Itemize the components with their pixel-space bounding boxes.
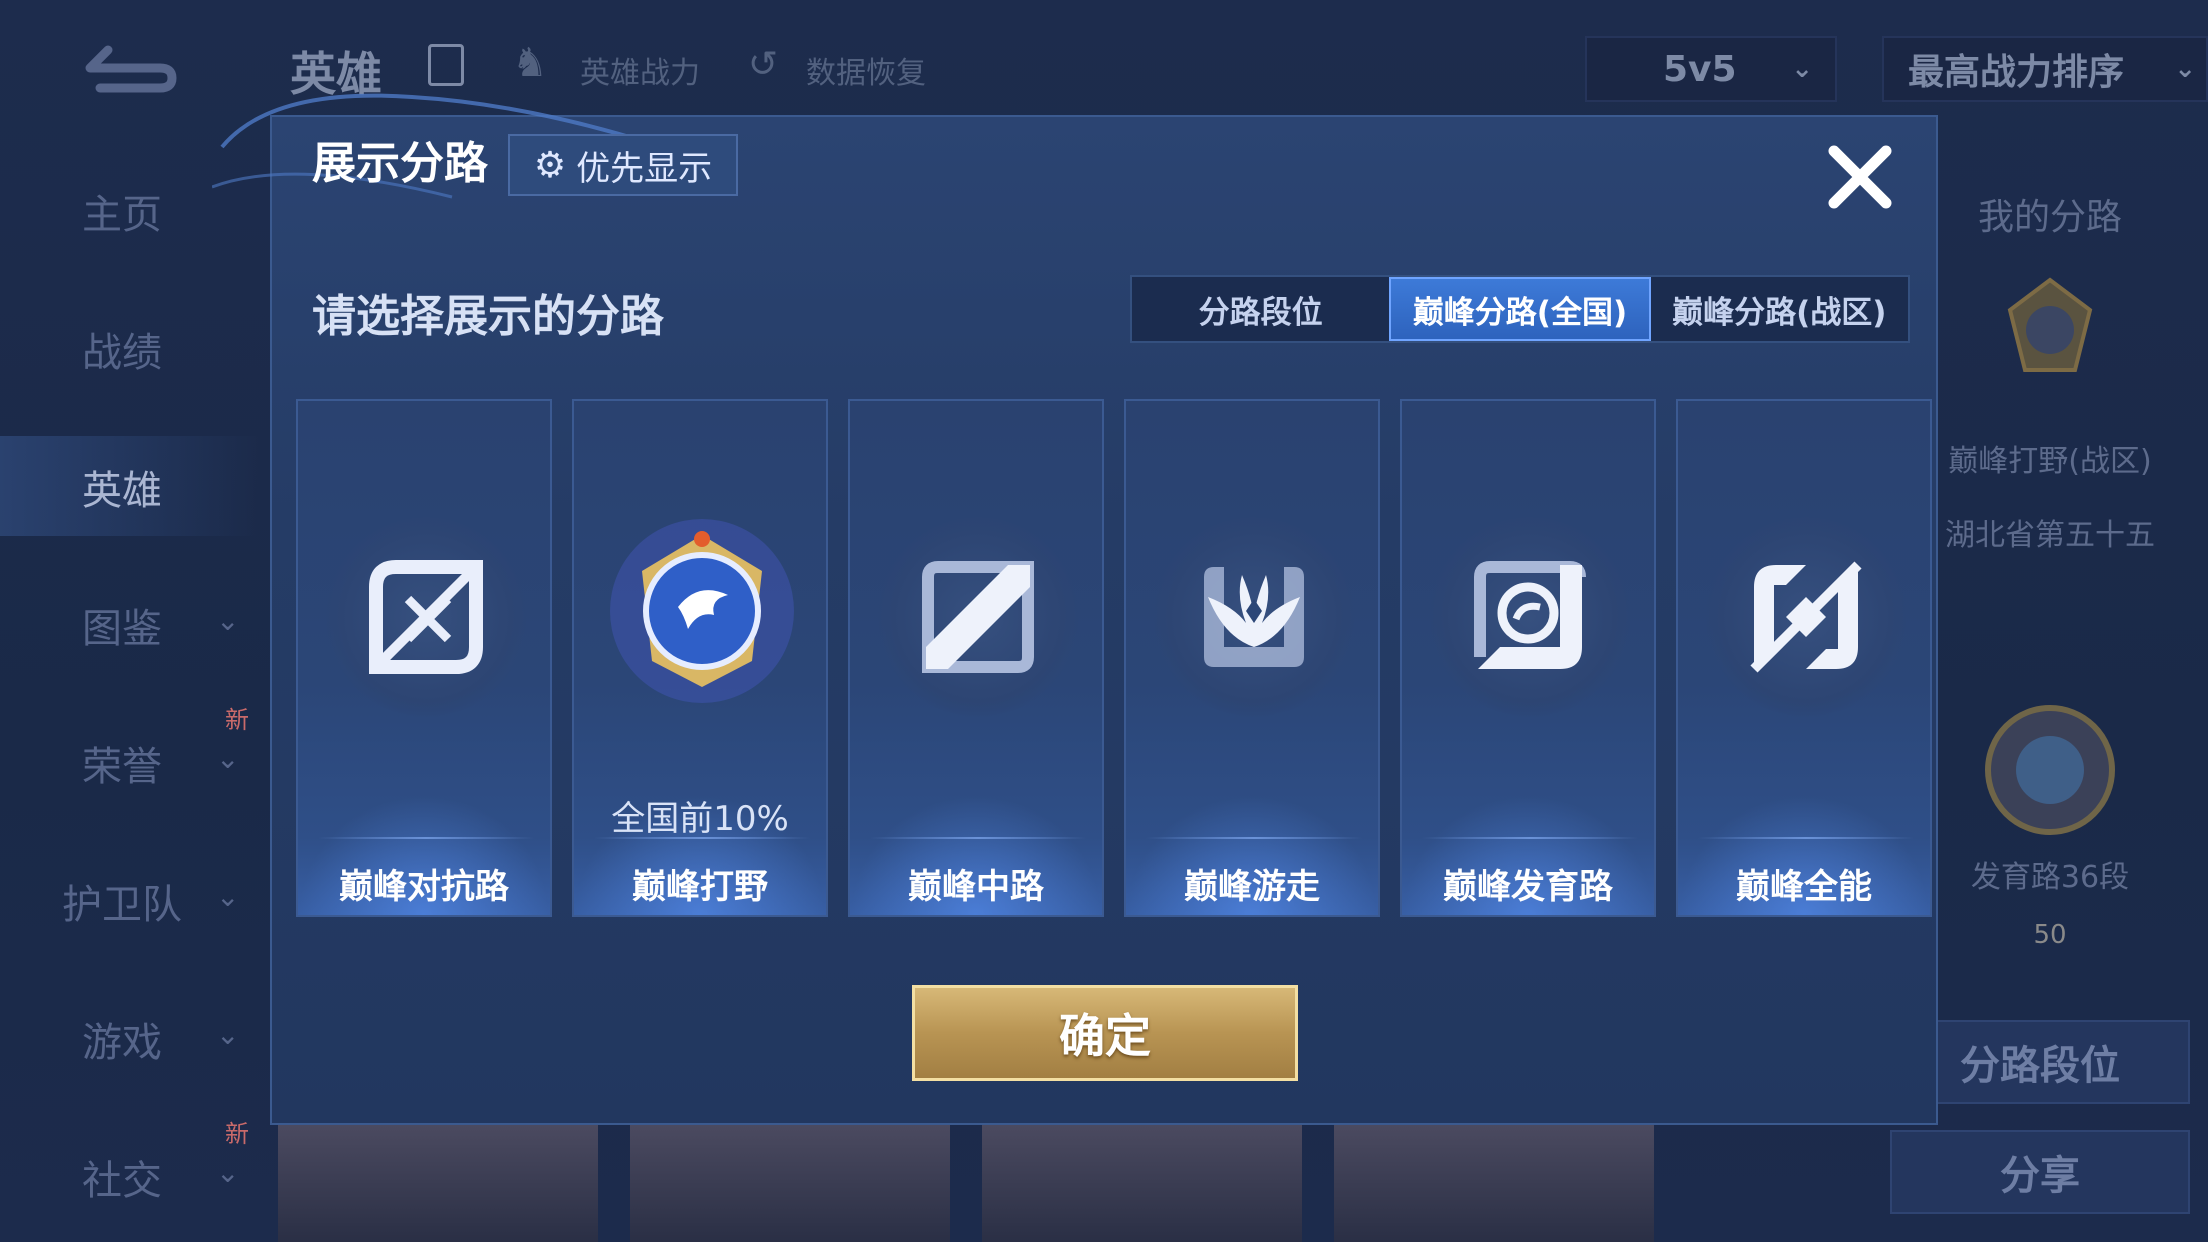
lane-card-label: 巅峰打野 [632,867,768,907]
hero-card-thumbnail[interactable] [278,1125,598,1242]
close-icon[interactable] [1820,137,1900,217]
icon-frame [1154,517,1354,717]
nav-item-label: 主页 [82,192,162,238]
nav-item-label: 图鉴 [82,606,162,652]
list-icon[interactable] [428,44,464,86]
lane-card-clash[interactable]: 巅峰对抗路 [296,399,552,917]
nav-item-heroes[interactable]: 英雄 [0,436,260,536]
lane-card-roam[interactable]: 巅峰游走 [1124,399,1380,917]
farm-rank-emblem-icon [1985,705,2115,835]
jungle-dragon-icon [610,519,794,703]
card-divider [1698,837,1914,839]
roam-wings-icon [1204,567,1304,667]
icon-frame [326,517,526,717]
icon-frame [1706,517,1906,717]
nav-item-label: 社交 [82,1158,162,1204]
chevron-down-icon: ⌄ [216,1156,240,1189]
nav-item-label: 英雄 [82,468,162,514]
clash-lane-icon [369,560,483,674]
priority-display-button[interactable]: ⚙ 优先显示 [508,134,738,196]
lane-card-all-round[interactable]: 巅峰全能 [1676,399,1932,917]
chevron-down-icon: ⌄ [1791,54,1813,84]
gear-icon: ⚙ [533,144,567,186]
lane-card-label: 巅峰对抗路 [339,867,509,907]
nav-item-social[interactable]: 新 社交 ⌄ [0,1120,260,1226]
hero-card-thumbnail[interactable] [630,1125,950,1242]
card-divider [1422,837,1638,839]
dialog-title: 展示分路 [312,138,488,189]
select-lane-prompt: 请选择展示的分路 [312,291,664,342]
lane-display-dialog: 展示分路 ⚙ 优先显示 请选择展示的分路 分路段位 巅峰分路(全国) 巅峰分路(… [212,93,1938,1125]
chevron-down-icon: ⌄ [216,742,240,775]
nav-item-label: 战绩 [82,330,162,376]
nav-item-label: 荣誉 [82,744,162,790]
farm-lane-icon [1474,561,1586,669]
my-lane-2: 发育路36段 [1970,860,2130,895]
icon-frame [1430,517,1630,717]
hero-card-thumbnail[interactable] [1334,1125,1654,1242]
lane-card-farm[interactable]: 巅峰发育路 [1400,399,1656,917]
lane-card-mid[interactable]: 巅峰中路 [848,399,1104,917]
share-button[interactable]: 分享 [1890,1130,2190,1214]
lane-card-label: 巅峰游走 [1184,867,1320,907]
tab-peak-lane-national[interactable]: 巅峰分路(全国) [1389,277,1651,341]
tab-peak-lane-region[interactable]: 巅峰分路(战区) [1651,277,1908,341]
nav-item-honor[interactable]: 新 荣誉 ⌄ [0,706,260,812]
new-badge: 新 [225,706,249,734]
card-divider [318,837,534,839]
back-arrow-icon[interactable] [70,38,180,98]
restore-icon: ↺ [748,44,779,85]
all-round-icon [1750,561,1862,673]
hero-card-thumbnail[interactable] [982,1125,1302,1242]
priority-display-label: 优先显示 [576,148,713,189]
chevron-down-icon: ⌄ [216,1018,240,1051]
tab-lane-rank[interactable]: 分路段位 [1132,277,1389,341]
my-lane-1: 巅峰打野(战区) [1948,444,2152,479]
jungle-rank-emblem-icon [2007,277,2093,372]
sort-select-value: 最高战力排序 [1908,52,2125,93]
icon-frame [878,517,1078,717]
chevron-down-icon: ⌄ [216,880,240,913]
chevron-down-icon: ⌄ [216,604,240,637]
card-divider [870,837,1086,839]
mode-select-value: 5v5 [1663,48,1737,90]
lane-rank-text: 全国前10% [611,799,789,839]
mode-select[interactable]: 5v5 ⌄ [1585,36,1837,102]
lane-cards: 巅峰对抗路 全国前10% 巅峰打野 巅峰中路 巅峰游走 巅峰发育路 巅峰全能 [296,399,1932,919]
nav-item-label: 游戏 [82,1020,162,1066]
new-badge: 新 [225,1120,249,1148]
nav-item-records[interactable]: 战绩 [0,298,260,398]
confirm-button[interactable]: 确定 [912,985,1298,1081]
card-divider [594,837,810,839]
hero-power-link[interactable]: 英雄战力 [580,48,700,92]
lane-card-jungle[interactable]: 全国前10% 巅峰打野 [572,399,828,917]
hero-power-icon: ♞ [512,40,548,86]
lane-tabs: 分路段位 巅峰分路(全国) 巅峰分路(战区) [1130,275,1910,343]
lane-card-label: 巅峰发育路 [1443,867,1613,907]
sort-select[interactable]: 最高战力排序 ⌄ [1882,36,2208,102]
mid-lane-icon [922,561,1034,673]
nav-item-label: 护卫队 [62,882,182,928]
lane-card-label: 巅峰全能 [1736,867,1872,907]
my-lanes-title: 我的分路 [1977,197,2122,238]
level-badge: 50 [2033,920,2067,950]
chevron-down-icon: ⌄ [2174,54,2196,84]
lane-card-label: 巅峰中路 [908,867,1044,907]
card-divider [1146,837,1362,839]
data-restore-link[interactable]: 数据恢复 [806,48,926,92]
nav-item-guard-team[interactable]: 护卫队 ⌄ [0,850,260,950]
nav-item-codex[interactable]: 图鉴 ⌄ [0,574,260,674]
nav-item-games[interactable]: 游戏 ⌄ [0,988,260,1088]
my-lane-1-rank: 湖北省第五十五 [1945,518,2155,553]
